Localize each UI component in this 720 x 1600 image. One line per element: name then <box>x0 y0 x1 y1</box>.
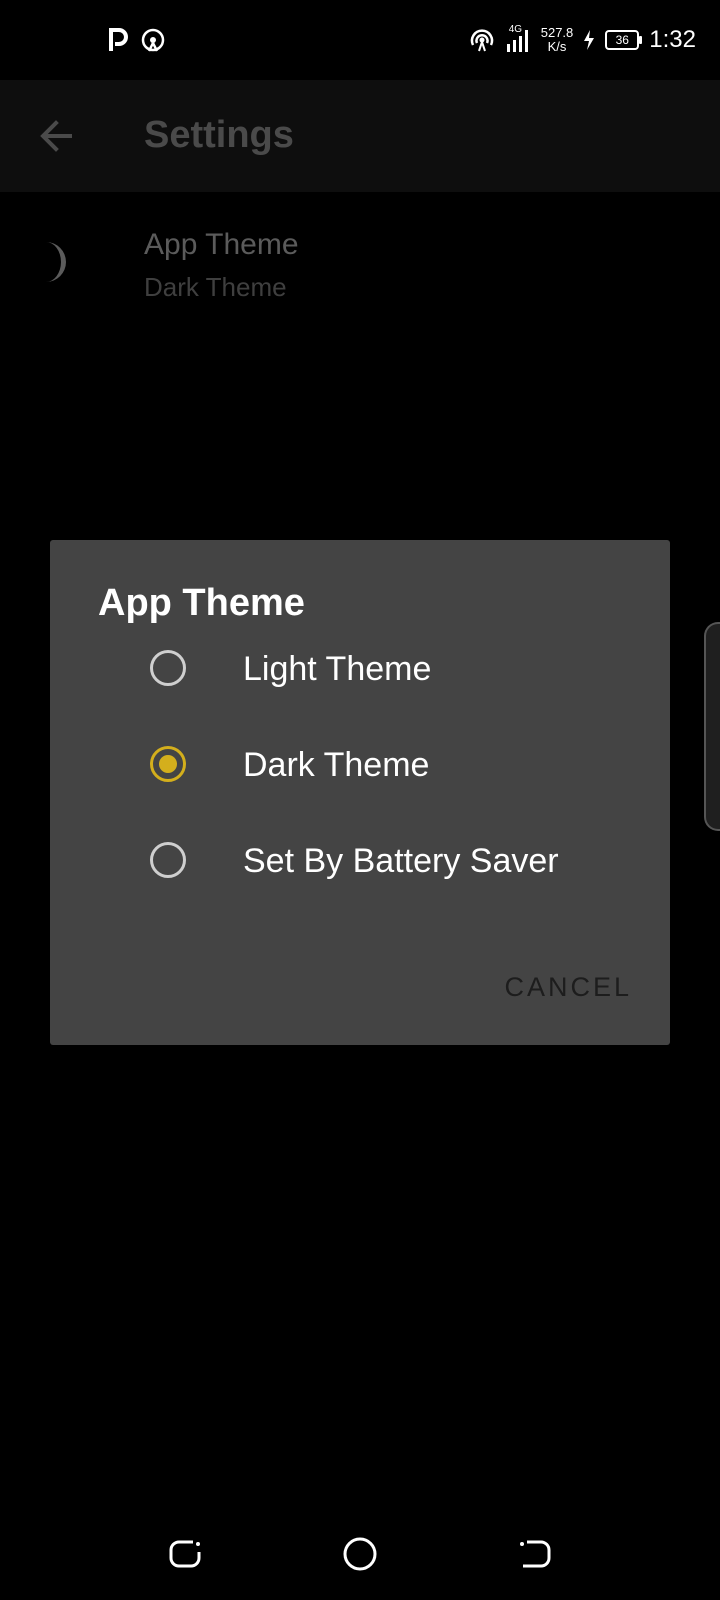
battery-indicator: 36 <box>605 30 643 50</box>
network-speed: 527.8 K/s <box>541 26 574 54</box>
hotspot-icon <box>141 28 165 52</box>
back-icon[interactable] <box>515 1534 555 1574</box>
page-title: Settings <box>144 114 294 156</box>
speed-unit: K/s <box>547 39 567 54</box>
status-bar: 4G 527.8 K/s 36 1:32 <box>0 0 720 80</box>
option-dark-theme[interactable]: Dark Theme <box>98 728 638 808</box>
moon-icon <box>46 242 66 282</box>
edge-panel-handle[interactable] <box>704 622 720 831</box>
radio-unchecked-icon[interactable] <box>150 842 186 878</box>
status-left-icons <box>108 26 166 54</box>
option-label: Set By Battery Saver <box>243 842 559 880</box>
option-label: Dark Theme <box>243 746 430 784</box>
home-icon[interactable] <box>340 1534 380 1574</box>
status-right-icons: 4G 527.8 K/s 36 1:32 <box>469 24 696 56</box>
option-label: Light Theme <box>243 650 432 688</box>
dialog-title: App Theme <box>98 582 305 624</box>
radio-checked-icon[interactable] <box>150 746 186 782</box>
navigation-bar <box>0 1510 720 1600</box>
signal-icon <box>506 30 528 52</box>
status-time: 1:32 <box>649 26 696 53</box>
radio-unchecked-icon[interactable] <box>150 650 186 686</box>
setting-value: Dark Theme <box>144 272 287 302</box>
charging-icon <box>584 30 595 50</box>
option-battery-saver[interactable]: Set By Battery Saver <box>98 824 638 904</box>
hotspot-icon <box>470 29 493 52</box>
recent-apps-icon[interactable] <box>165 1534 205 1574</box>
p-notification-icon <box>109 28 128 51</box>
signal-group: 4G <box>505 24 531 54</box>
setting-app-theme[interactable]: App Theme Dark Theme <box>0 212 720 312</box>
cancel-button[interactable]: CANCEL <box>504 972 632 1003</box>
arrow-left-icon[interactable] <box>36 116 76 156</box>
setting-title: App Theme <box>144 228 299 261</box>
app-bar: Settings <box>0 80 720 192</box>
speed-value: 527.8 <box>540 25 574 40</box>
theme-dialog: App Theme Light Theme Dark Theme Set By … <box>50 540 670 1045</box>
option-light-theme[interactable]: Light Theme <box>98 632 638 712</box>
